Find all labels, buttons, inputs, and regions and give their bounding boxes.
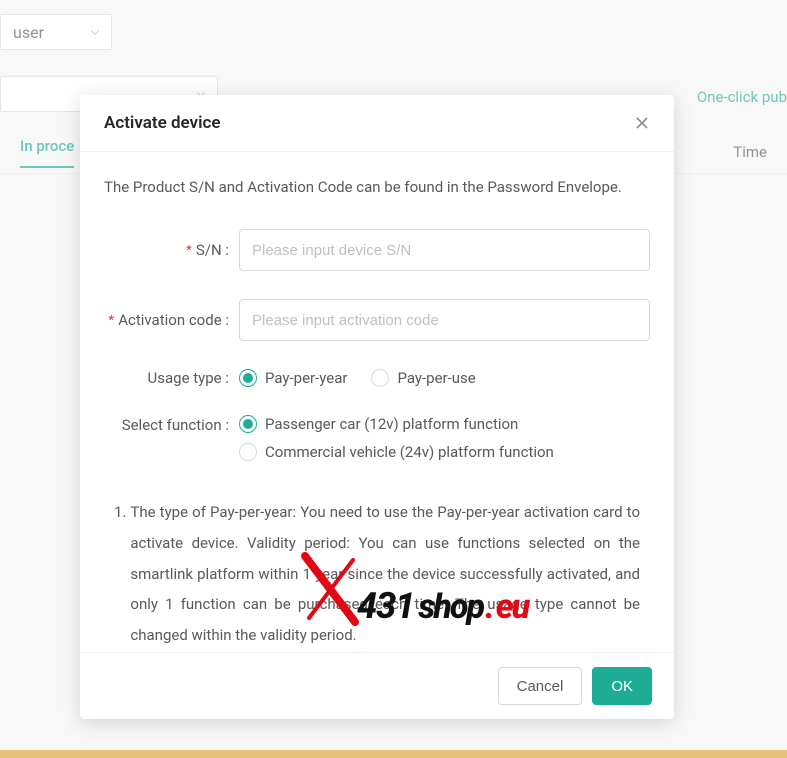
info-text: The type of Pay-per-year: You need to us…: [130, 497, 640, 651]
close-icon: [634, 115, 650, 131]
info-list: 1. The type of Pay-per-year: You need to…: [104, 489, 650, 651]
radio-pay-per-year[interactable]: Pay-per-year: [239, 369, 347, 387]
radio-icon: [239, 415, 257, 433]
radio-label: Pay-per-year: [265, 369, 347, 387]
ok-button[interactable]: OK: [592, 667, 652, 705]
radio-pay-per-use[interactable]: Pay-per-use: [371, 369, 475, 387]
usage-type-label: Usage type :: [104, 369, 239, 387]
cancel-button[interactable]: Cancel: [498, 667, 583, 705]
radio-commercial-vehicle[interactable]: Commercial vehicle (24v) platform functi…: [239, 443, 554, 461]
activate-device-modal: Activate device The Product S/N and Acti…: [80, 95, 674, 719]
radio-label: Commercial vehicle (24v) platform functi…: [265, 443, 554, 461]
close-button[interactable]: [634, 115, 650, 131]
activation-code-label: *Activation code :: [104, 311, 239, 329]
radio-icon: [371, 369, 389, 387]
radio-label: Pay-per-use: [397, 369, 475, 387]
sn-label: *S/N :: [104, 241, 239, 259]
radio-label: Passenger car (12v) platform function: [265, 415, 518, 433]
activation-code-input[interactable]: [239, 299, 650, 341]
modal-title: Activate device: [104, 113, 221, 133]
info-number: 1.: [114, 497, 126, 651]
select-function-label: Select function :: [104, 415, 239, 434]
radio-icon: [239, 369, 257, 387]
modal-description: The Product S/N and Activation Code can …: [104, 174, 650, 201]
radio-icon: [239, 443, 257, 461]
sn-input[interactable]: [239, 229, 650, 271]
radio-passenger-car[interactable]: Passenger car (12v) platform function: [239, 415, 518, 433]
